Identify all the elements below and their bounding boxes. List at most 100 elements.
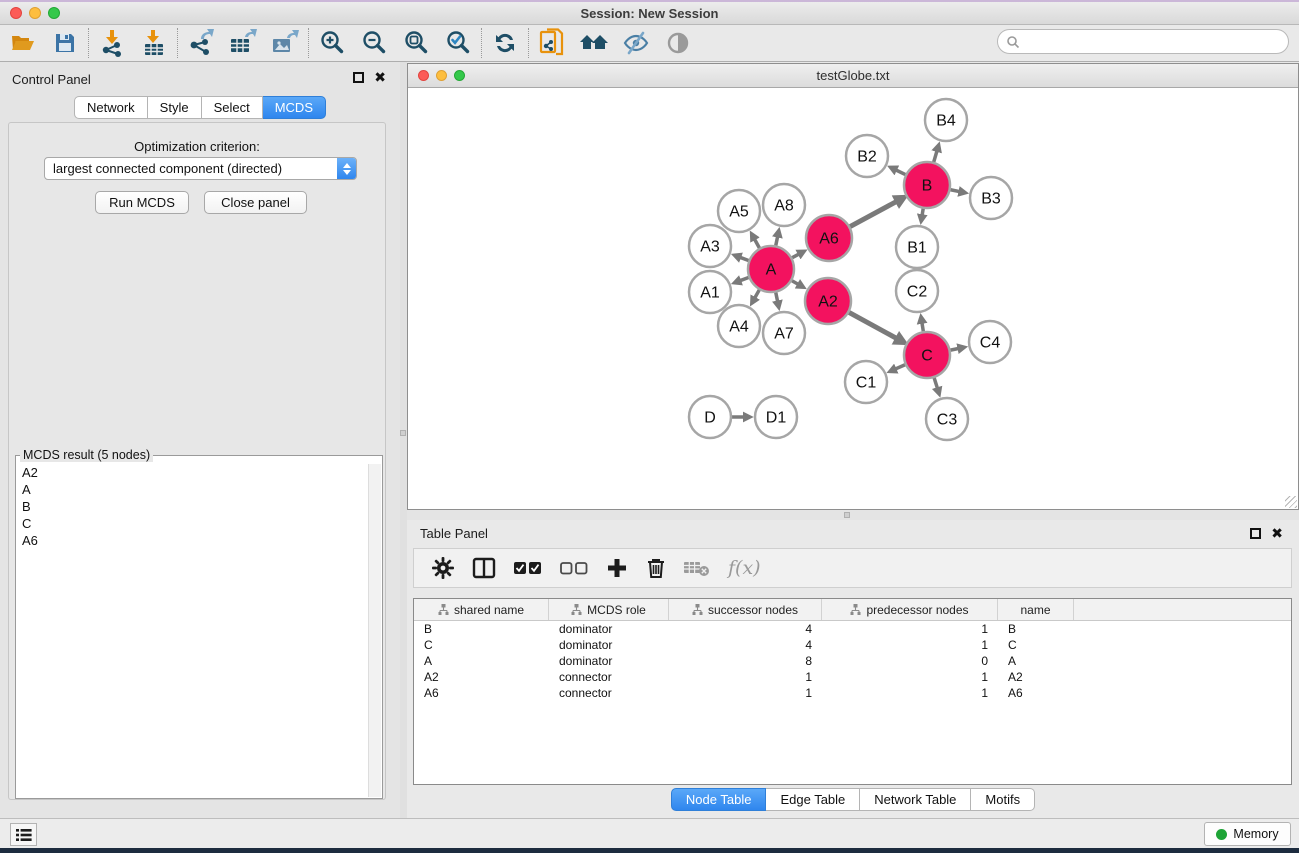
- horizontal-splitter[interactable]: [407, 510, 1299, 520]
- zoom-in-icon[interactable]: [317, 28, 347, 58]
- table-cell[interactable]: connector: [549, 686, 669, 700]
- table-row[interactable]: Cdominator41C: [414, 637, 1291, 653]
- table-cell[interactable]: 4: [669, 622, 822, 636]
- table-settings-gear-icon[interactable]: [432, 557, 454, 579]
- edge-A2-C[interactable]: [849, 312, 898, 339]
- table-cell[interactable]: 8: [669, 654, 822, 668]
- table-cell[interactable]: dominator: [549, 654, 669, 668]
- tab-node-table[interactable]: Node Table: [671, 788, 767, 811]
- export-image-icon[interactable]: [270, 28, 300, 58]
- add-column-icon[interactable]: [606, 557, 628, 579]
- column-header-successor-nodes[interactable]: successor nodes: [669, 599, 822, 620]
- export-table-icon[interactable]: [228, 28, 258, 58]
- table-cell[interactable]: 4: [669, 638, 822, 652]
- home-icon[interactable]: [579, 28, 609, 58]
- graph-node-A6[interactable]: A6: [806, 215, 852, 261]
- column-header-name[interactable]: name: [998, 599, 1074, 620]
- table-cell[interactable]: dominator: [549, 622, 669, 636]
- window-resize-grip[interactable]: [1285, 496, 1297, 508]
- mcds-result-item[interactable]: A2: [17, 464, 368, 481]
- table-cell[interactable]: A6: [998, 686, 1074, 700]
- vertical-splitter[interactable]: [400, 62, 407, 818]
- column-header-MCDS-role[interactable]: MCDS role: [549, 599, 669, 620]
- table-row[interactable]: A2connector11A2: [414, 669, 1291, 685]
- graph-node-D1[interactable]: D1: [755, 396, 797, 438]
- refresh-layout-icon[interactable]: [490, 28, 520, 58]
- import-network-icon[interactable]: [97, 28, 127, 58]
- table-cell[interactable]: C: [414, 638, 549, 652]
- mcds-result-list[interactable]: A2ABCA6: [17, 464, 368, 797]
- graph-node-B1[interactable]: B1: [896, 226, 938, 268]
- edge-A-A6[interactable]: [792, 254, 800, 258]
- table-cell[interactable]: 1: [822, 670, 998, 684]
- edge-B-B4[interactable]: [934, 150, 938, 162]
- float-panel-icon[interactable]: [1250, 528, 1261, 539]
- table-row[interactable]: Bdominator41B: [414, 621, 1291, 637]
- network-graph[interactable]: B4B2BB3A8A5A6B1A3AC2A1A2A4A7C4CC1DD1C3: [408, 88, 1298, 509]
- edge-B-B2[interactable]: [895, 169, 905, 174]
- tab-mcds[interactable]: MCDS: [263, 96, 326, 119]
- graph-node-A4[interactable]: A4: [718, 305, 760, 347]
- edge-C-C1[interactable]: [894, 365, 905, 370]
- table-cell[interactable]: B: [414, 622, 549, 636]
- table-cell[interactable]: 1: [822, 622, 998, 636]
- graph-node-A[interactable]: A: [748, 246, 794, 292]
- edge-A-A2[interactable]: [792, 281, 799, 285]
- memory-button[interactable]: Memory: [1204, 822, 1291, 846]
- edge-A-A7[interactable]: [776, 293, 778, 303]
- graph-node-B2[interactable]: B2: [846, 135, 888, 177]
- mcds-result-item[interactable]: B: [17, 498, 368, 515]
- edge-A-A8[interactable]: [776, 235, 778, 245]
- task-history-button[interactable]: [10, 823, 37, 846]
- mcds-result-item[interactable]: C: [17, 515, 368, 532]
- tab-motifs[interactable]: Motifs: [971, 788, 1035, 811]
- import-table-icon[interactable]: [139, 28, 169, 58]
- close-panel-button[interactable]: Close panel: [204, 191, 307, 214]
- show-graphics-details-icon[interactable]: [663, 28, 693, 58]
- criterion-dropdown[interactable]: largest connected component (directed): [44, 157, 357, 180]
- graph-node-A7[interactable]: A7: [763, 312, 805, 354]
- close-panel-icon[interactable]: ✖: [1271, 528, 1283, 539]
- graph-node-B3[interactable]: B3: [970, 177, 1012, 219]
- node-table[interactable]: shared nameMCDS rolesuccessor nodesprede…: [413, 598, 1292, 785]
- hide-graphics-details-icon[interactable]: [621, 28, 651, 58]
- graph-node-A8[interactable]: A8: [763, 184, 805, 226]
- tab-style[interactable]: Style: [148, 96, 202, 119]
- deselect-all-icon[interactable]: [560, 561, 588, 575]
- table-cell[interactable]: 0: [822, 654, 998, 668]
- delete-column-trash-icon[interactable]: [646, 557, 666, 579]
- edge-A-A3[interactable]: [739, 257, 749, 261]
- clone-network-icon[interactable]: [537, 28, 567, 58]
- column-header-predecessor-nodes[interactable]: predecessor nodes: [822, 599, 998, 620]
- apply-function-icon[interactable]: f(x): [728, 557, 761, 579]
- tab-network[interactable]: Network: [74, 96, 148, 119]
- table-cell[interactable]: 1: [822, 638, 998, 652]
- graph-node-C1[interactable]: C1: [845, 361, 887, 403]
- network-canvas[interactable]: B4B2BB3A8A5A6B1A3AC2A1A2A4A7C4CC1DD1C3: [408, 88, 1298, 509]
- mcds-result-item[interactable]: A: [17, 481, 368, 498]
- table-cell[interactable]: A6: [414, 686, 549, 700]
- tab-network-table[interactable]: Network Table: [860, 788, 971, 811]
- table-cell[interactable]: B: [998, 622, 1074, 636]
- tab-select[interactable]: Select: [202, 96, 263, 119]
- graph-node-B[interactable]: B: [904, 162, 950, 208]
- run-mcds-button[interactable]: Run MCDS: [95, 191, 189, 214]
- graph-node-A3[interactable]: A3: [689, 225, 731, 267]
- delete-table-icon[interactable]: [684, 559, 710, 577]
- splitter-grip[interactable]: [400, 430, 406, 436]
- edge-A-A4[interactable]: [754, 290, 759, 299]
- search-input[interactable]: [1020, 32, 1288, 52]
- table-row[interactable]: A6connector11A6: [414, 685, 1291, 701]
- table-cell[interactable]: dominator: [549, 638, 669, 652]
- graph-node-B4[interactable]: B4: [925, 99, 967, 141]
- edge-B-B1[interactable]: [922, 209, 923, 217]
- graph-node-C4[interactable]: C4: [969, 321, 1011, 363]
- select-all-icon[interactable]: [514, 561, 542, 575]
- splitter-grip[interactable]: [844, 512, 850, 518]
- tab-edge-table[interactable]: Edge Table: [766, 788, 860, 811]
- open-session-icon[interactable]: [8, 28, 38, 58]
- column-header-shared-name[interactable]: shared name: [414, 599, 549, 620]
- mcds-result-item[interactable]: A6: [17, 532, 368, 549]
- graph-node-C3[interactable]: C3: [926, 398, 968, 440]
- table-cell[interactable]: A2: [998, 670, 1074, 684]
